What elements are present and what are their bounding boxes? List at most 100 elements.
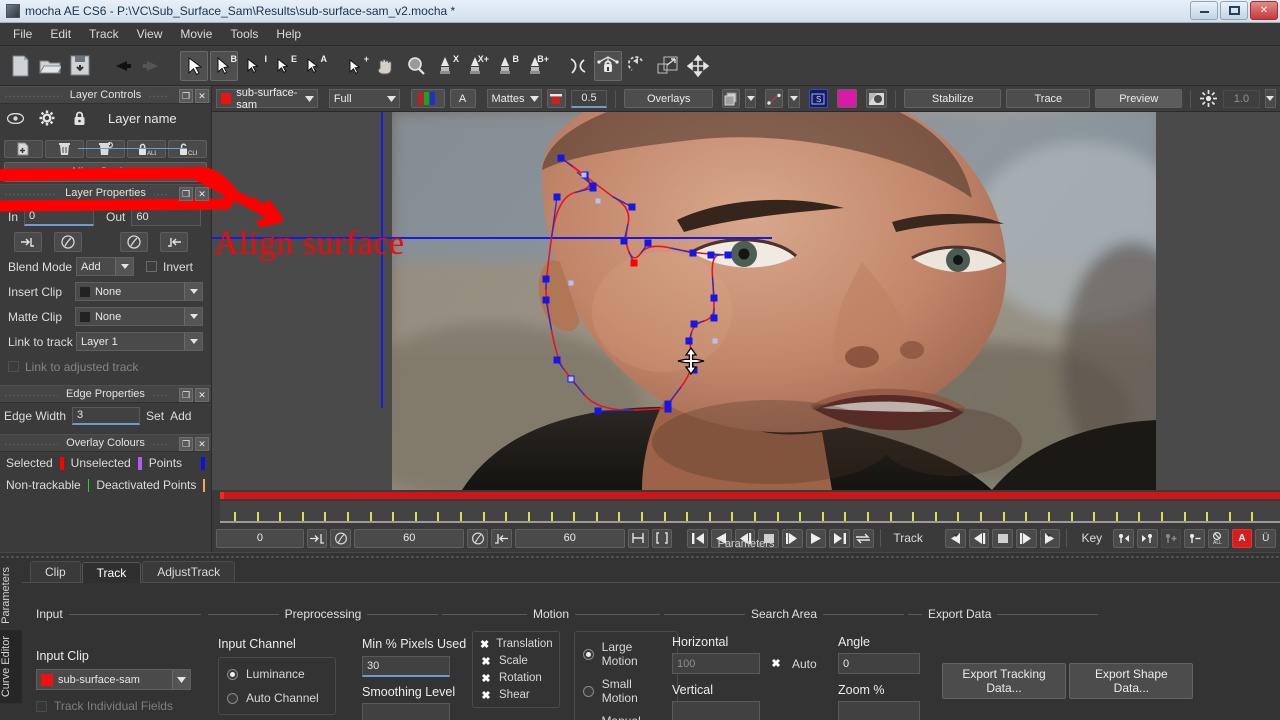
surface-s-icon[interactable]: S xyxy=(808,89,828,108)
maximize-button[interactable] xyxy=(1220,1,1248,20)
close-button[interactable]: ✕ xyxy=(1250,1,1278,20)
save-project-icon[interactable] xyxy=(66,51,94,81)
radio-row-large-motion[interactable]: Large Motion xyxy=(583,640,669,668)
preview-button[interactable]: Preview xyxy=(1095,89,1183,108)
set-button[interactable]: Set xyxy=(146,409,164,423)
radio-row-small-motion[interactable]: Small Motion xyxy=(583,677,669,705)
clear-in-icon[interactable] xyxy=(54,231,82,252)
tab-adjusttrack[interactable]: AdjustTrack xyxy=(142,561,236,582)
gamma-field[interactable]: 1.0 xyxy=(1223,89,1260,108)
small-motion-radio[interactable] xyxy=(583,685,594,697)
lock-icon[interactable] xyxy=(70,109,88,127)
close-panel-icon[interactable]: ✕ xyxy=(195,89,209,103)
overlays-button[interactable]: Overlays xyxy=(623,89,714,108)
xspline-add-tool-icon[interactable]: X+ xyxy=(462,51,490,81)
delete-keyframe-icon[interactable] xyxy=(86,140,125,158)
radio-row-luminance[interactable]: Luminance xyxy=(227,667,327,681)
close-panel-icon[interactable]: ✕ xyxy=(195,437,209,451)
set-in-icon[interactable] xyxy=(14,231,42,252)
grid-colour-swatch[interactable] xyxy=(836,89,858,108)
edit-point-tool-icon[interactable]: E xyxy=(270,51,298,81)
rotate-reset-icon[interactable] xyxy=(624,51,652,81)
clip-select[interactable]: sub-surface-sam xyxy=(216,87,318,111)
vertical-field[interactable] xyxy=(672,701,760,720)
float-panel-icon[interactable]: ❐ xyxy=(179,187,193,201)
export-tracking-data-button[interactable]: Export Tracking Data... xyxy=(942,663,1066,699)
add-bezier-spline-tool-icon[interactable]: B xyxy=(210,50,238,81)
checkbox-row-scale[interactable]: ✖ Scale xyxy=(480,655,552,668)
rotation-checkbox[interactable]: ✖ xyxy=(480,672,492,685)
menu-file[interactable]: File xyxy=(4,24,41,44)
non-trackable-colour-swatch[interactable] xyxy=(87,478,90,492)
delete-layer-icon[interactable] xyxy=(45,140,84,158)
smoothing-field[interactable] xyxy=(362,703,450,720)
matte-opacity-field[interactable]: 0.5 xyxy=(570,89,608,108)
resolution-select[interactable]: Full xyxy=(328,89,400,108)
set-out-icon[interactable] xyxy=(160,231,188,252)
unlock-all-icon[interactable]: CLR xyxy=(168,140,207,158)
move-surface-icon[interactable] xyxy=(684,51,712,81)
spline-points-icon[interactable] xyxy=(765,89,784,108)
in-field[interactable]: 0 xyxy=(24,207,95,226)
panel-resize-handle[interactable] xyxy=(0,555,1280,559)
scale-surface-icon[interactable] xyxy=(654,51,682,81)
tab-track[interactable]: Track xyxy=(81,562,142,583)
link-spline-tool-icon[interactable] xyxy=(564,51,592,81)
eye-icon[interactable] xyxy=(6,109,24,127)
insert-point-tool-icon[interactable]: I xyxy=(240,51,268,81)
points-colour-swatch[interactable] xyxy=(201,456,206,470)
mattes-select[interactable]: Mattes xyxy=(486,89,542,108)
blend-mode-select[interactable]: Add xyxy=(76,257,134,276)
auto-checkbox[interactable]: ✖ xyxy=(770,658,782,670)
rgb-channels-icon[interactable] xyxy=(410,89,445,108)
menu-track[interactable]: Track xyxy=(80,24,128,44)
trace-button[interactable]: Trace xyxy=(1006,89,1091,108)
spline-dropdown-icon[interactable] xyxy=(788,89,800,108)
gear-icon[interactable] xyxy=(38,109,56,127)
matte-clip-select[interactable]: None xyxy=(74,307,203,326)
zoom-field[interactable] xyxy=(838,701,920,720)
add-button[interactable]: Add xyxy=(170,409,191,423)
unselected-colour-swatch[interactable] xyxy=(137,456,142,470)
add-layer-icon[interactable] xyxy=(4,140,43,158)
radio-row-manual-track[interactable]: Manual Track xyxy=(583,714,669,720)
deactivated-points-colour-swatch[interactable] xyxy=(203,478,205,492)
gamma-dropdown-icon[interactable] xyxy=(1264,89,1277,108)
tab-clip[interactable]: Clip xyxy=(30,561,81,582)
clear-out-icon[interactable] xyxy=(120,231,148,252)
layers-icon[interactable] xyxy=(722,89,740,108)
invert-checkbox[interactable] xyxy=(146,261,157,272)
new-project-icon[interactable] xyxy=(6,51,34,81)
export-shape-data-button[interactable]: Export Shape Data... xyxy=(1069,663,1194,699)
layers-dropdown-icon[interactable] xyxy=(744,89,757,108)
brightness-icon[interactable] xyxy=(1199,89,1218,108)
select-tool-icon[interactable] xyxy=(180,50,208,81)
checkbox-row-shear[interactable]: ✖ Shear xyxy=(480,689,552,702)
zoom-magnifier-tool-icon[interactable] xyxy=(402,51,430,81)
scale-checkbox[interactable]: ✖ xyxy=(480,655,492,668)
close-panel-icon[interactable]: ✕ xyxy=(195,187,209,201)
auto-channel-radio[interactable] xyxy=(227,692,238,704)
open-project-icon[interactable] xyxy=(36,51,64,81)
menu-movie[interactable]: Movie xyxy=(171,24,221,44)
out-field[interactable]: 60 xyxy=(131,207,202,226)
add-spline-plus-tool-icon[interactable]: + xyxy=(342,51,370,81)
radio-row-auto-channel[interactable]: Auto Channel xyxy=(227,691,327,705)
align-surface-tool-icon[interactable] xyxy=(594,50,622,81)
align-surface-button[interactable]: Align Surface xyxy=(4,162,207,182)
insert-clip-select[interactable]: None xyxy=(74,282,203,301)
minimize-button[interactable] xyxy=(1190,1,1218,20)
translation-checkbox[interactable]: ✖ xyxy=(480,638,489,651)
shear-checkbox[interactable]: ✖ xyxy=(480,689,492,702)
edge-width-field[interactable]: 3 xyxy=(72,406,141,425)
timeline-ruler[interactable] xyxy=(220,501,1280,523)
stabilize-button[interactable]: Stabilize xyxy=(903,89,1002,108)
input-clip-select[interactable]: sub-surface-sam xyxy=(36,669,191,690)
float-panel-icon[interactable]: ❐ xyxy=(179,388,193,402)
menu-help[interactable]: Help xyxy=(267,24,310,44)
timeline-range-bar[interactable] xyxy=(220,492,1280,499)
horizontal-field[interactable]: 100 xyxy=(672,653,760,674)
menu-edit[interactable]: Edit xyxy=(41,24,80,44)
vertical-tab-parameters[interactable]: Parameters xyxy=(0,561,22,630)
undo-arrow-icon[interactable] xyxy=(108,51,136,81)
